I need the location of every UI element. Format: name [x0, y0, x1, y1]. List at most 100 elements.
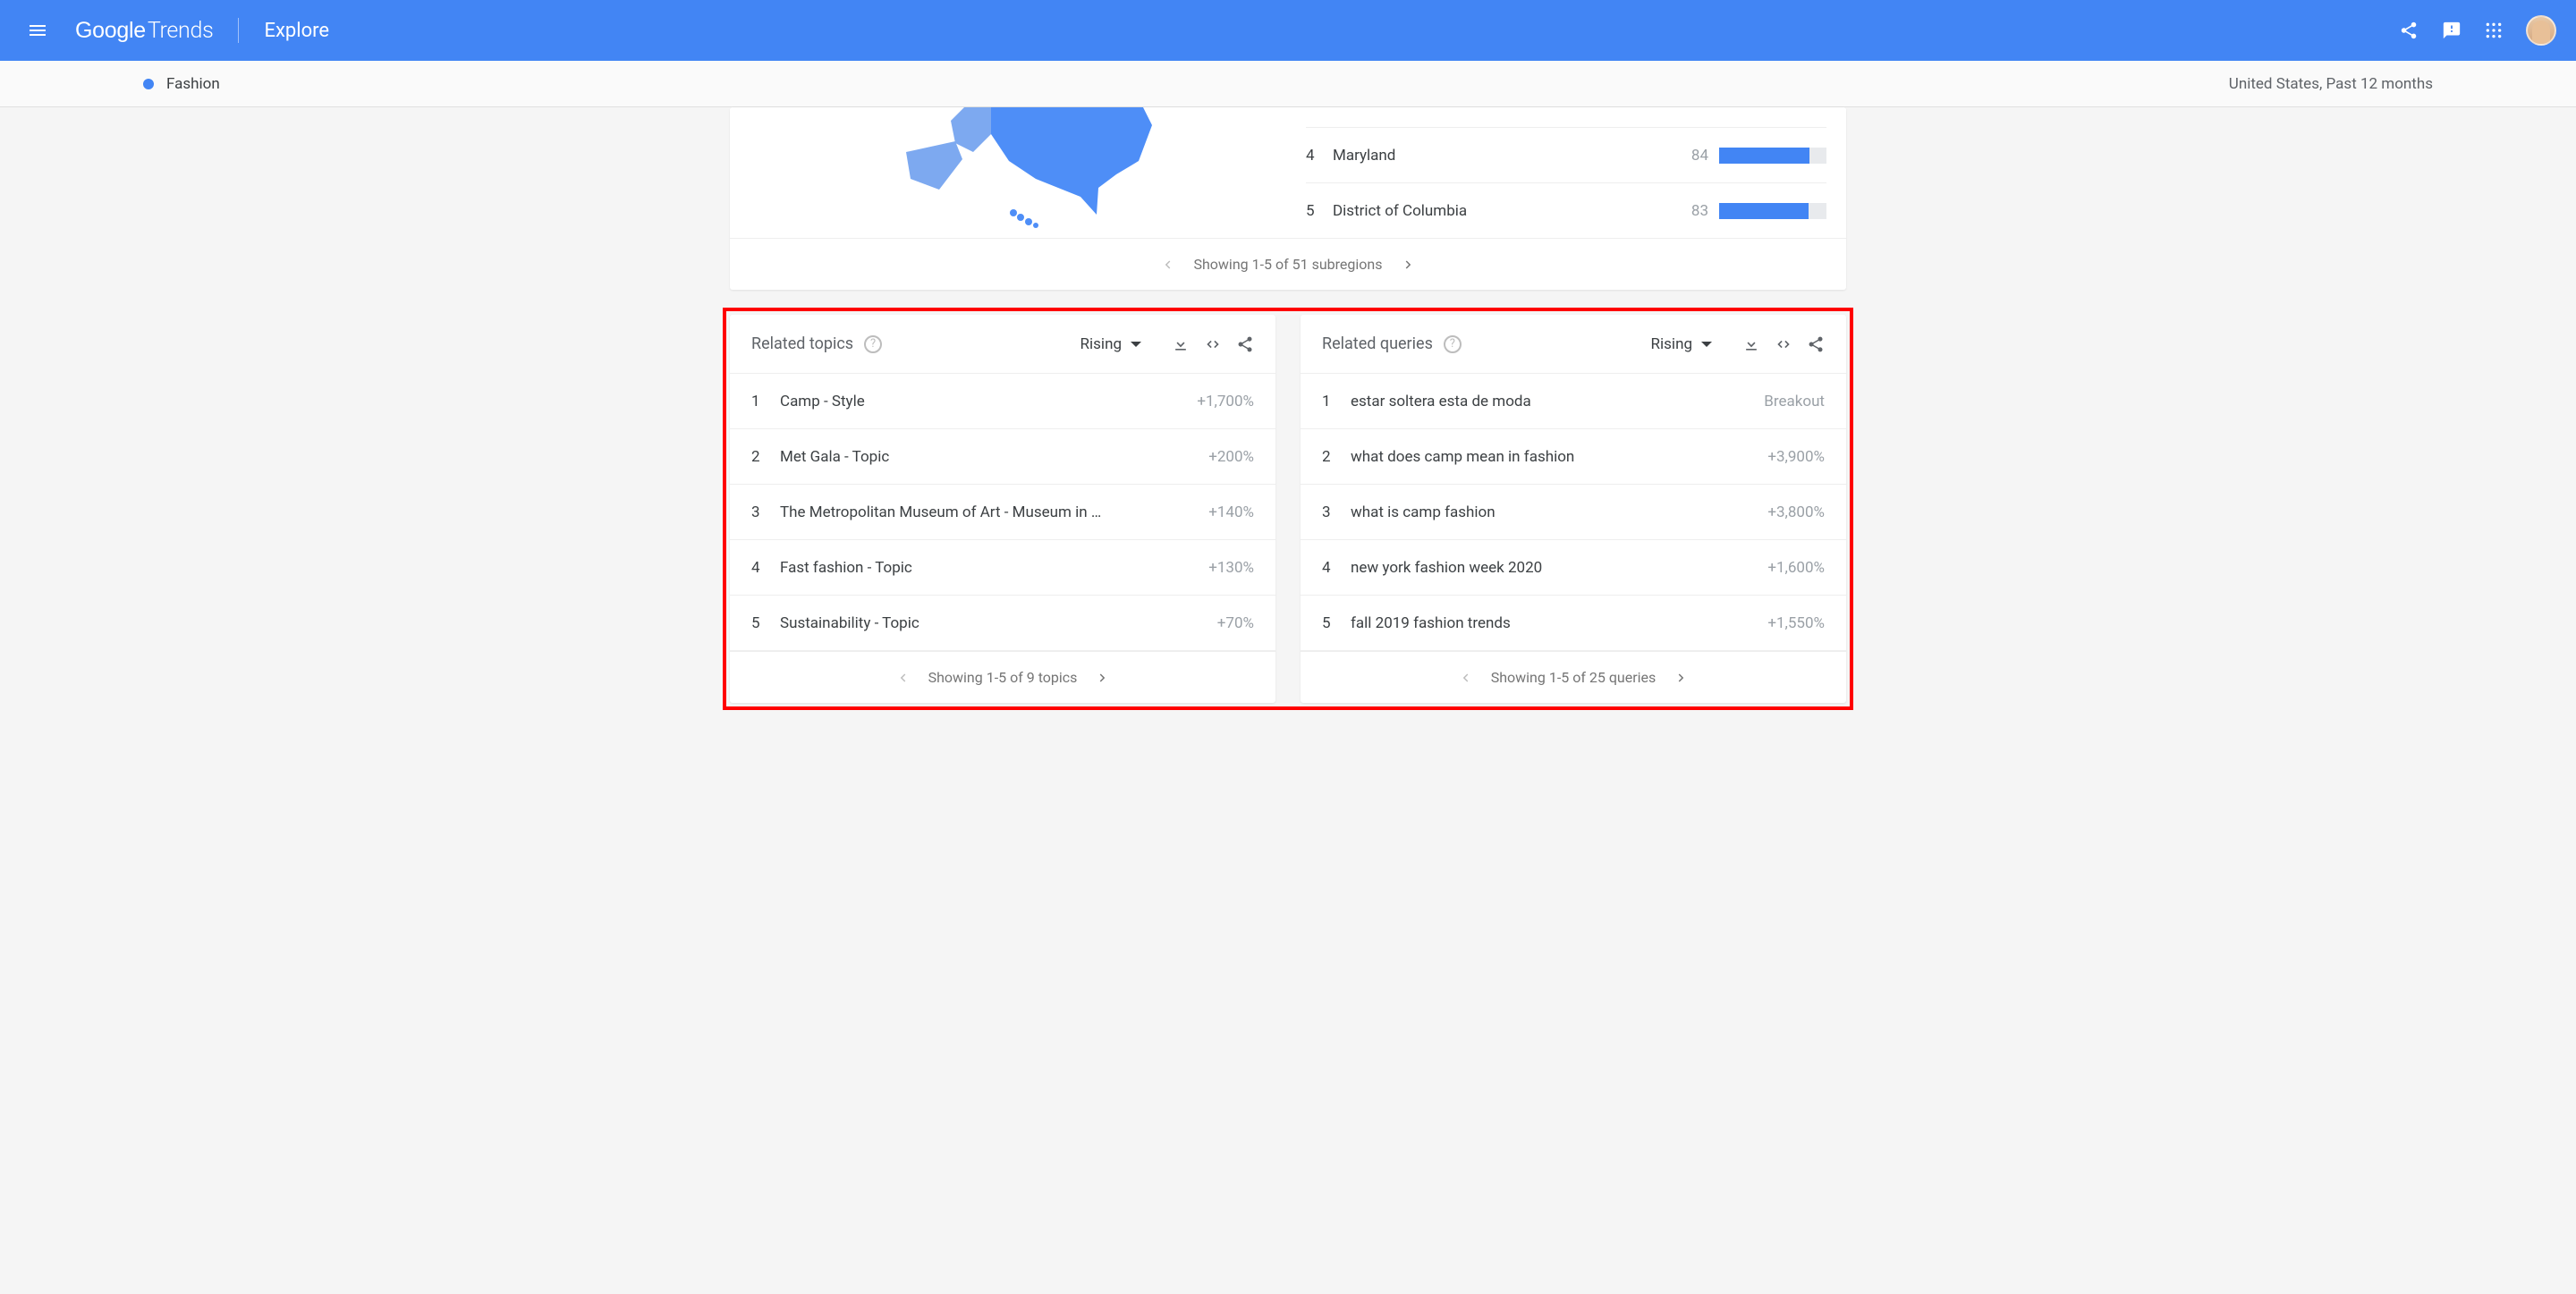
avatar[interactable] [2526, 15, 2556, 46]
sort-dropdown[interactable]: Rising [1651, 335, 1712, 353]
menu-button[interactable] [20, 13, 55, 48]
pagination-text: Showing 1-5 of 25 queries [1491, 669, 1657, 686]
list-rank: 5 [1322, 614, 1351, 632]
list-rank: 4 [751, 559, 780, 577]
list-value: +1,550% [1767, 614, 1825, 632]
chevron-down-icon [1701, 342, 1712, 347]
download-icon [1742, 335, 1760, 353]
card-header: Related topics ? Rising [730, 315, 1275, 374]
avatar-image [2532, 21, 2550, 44]
sort-dropdown[interactable]: Rising [1080, 335, 1141, 353]
card-title: Related topics [751, 334, 853, 353]
feedback-button[interactable] [2442, 21, 2462, 40]
app-header: Google Trends Explore [0, 0, 2576, 61]
list-label: what does camp mean in fashion [1351, 448, 1767, 466]
page-title[interactable]: Explore [264, 20, 329, 42]
map-container [730, 107, 1306, 238]
list-label: Camp - Style [780, 393, 1197, 410]
share-icon [1236, 335, 1254, 353]
us-map-icon[interactable] [857, 107, 1179, 233]
card-title: Related queries [1322, 334, 1433, 353]
queries-pagination: Showing 1-5 of 25 queries [1301, 651, 1846, 703]
list-label: estar soltera esta de moda [1351, 393, 1764, 410]
sort-label: Rising [1651, 335, 1692, 353]
list-row[interactable]: 2 Met Gala - Topic +200% [730, 429, 1275, 485]
list-value: Breakout [1764, 393, 1825, 410]
region-row[interactable]: 4 Maryland 84 [1306, 127, 1826, 182]
pagination-text: Showing 1-5 of 9 topics [928, 669, 1078, 686]
main-content: 4 Maryland 84 5 District of Columbia 83 [730, 107, 1846, 703]
chevron-left-icon [894, 670, 911, 686]
share-button[interactable] [1236, 335, 1254, 353]
card-header: Related queries ? Rising [1301, 315, 1846, 374]
list-rank: 4 [1322, 559, 1351, 577]
filter-bar: Fashion United States, Past 12 months [0, 61, 2576, 107]
term-color-dot [143, 79, 154, 89]
region-list: 4 Maryland 84 5 District of Columbia 83 [1306, 107, 1846, 238]
list-row[interactable]: 4 Fast fashion - Topic +130% [730, 540, 1275, 596]
embed-icon [1775, 335, 1792, 353]
share-icon [2399, 21, 2419, 40]
logo[interactable]: Google Trends [75, 18, 213, 44]
next-button[interactable] [1661, 664, 1702, 691]
list-row[interactable]: 2 what does camp mean in fashion +3,900% [1301, 429, 1846, 485]
apps-icon [2485, 21, 2503, 39]
share-icon [1807, 335, 1825, 353]
help-icon[interactable]: ? [864, 335, 882, 353]
list-row[interactable]: 4 new york fashion week 2020 +1,600% [1301, 540, 1846, 596]
list-row[interactable]: 3 The Metropolitan Museum of Art - Museu… [730, 485, 1275, 540]
prev-button[interactable] [882, 664, 923, 691]
list-rank: 2 [751, 448, 780, 466]
region-bar [1719, 148, 1826, 164]
list-rank: 3 [751, 503, 780, 521]
hamburger-icon [27, 20, 48, 41]
prev-button[interactable] [1147, 251, 1188, 278]
region-rank: 4 [1306, 147, 1333, 165]
related-queries-card: Related queries ? Rising 1 [1301, 315, 1846, 703]
chevron-left-icon [1457, 670, 1473, 686]
next-button[interactable] [1082, 664, 1123, 691]
share-button[interactable] [2399, 21, 2419, 40]
next-button[interactable] [1388, 251, 1429, 278]
download-button[interactable] [1742, 335, 1760, 353]
related-row: Related topics ? Rising 1 C [730, 315, 1846, 703]
region-name: District of Columbia [1333, 202, 1691, 220]
list-row[interactable]: 5 Sustainability - Topic +70% [730, 596, 1275, 651]
list-value: +3,800% [1767, 503, 1825, 521]
help-icon[interactable]: ? [1444, 335, 1462, 353]
region-card: 4 Maryland 84 5 District of Columbia 83 [730, 107, 1846, 290]
feedback-icon [2442, 21, 2462, 40]
pagination-text: Showing 1-5 of 51 subregions [1193, 256, 1382, 273]
embed-button[interactable] [1204, 335, 1222, 353]
list-label: new york fashion week 2020 [1351, 559, 1767, 577]
embed-button[interactable] [1775, 335, 1792, 353]
filter-summary[interactable]: United States, Past 12 months [2229, 75, 2433, 93]
list-row[interactable]: 3 what is camp fashion +3,800% [1301, 485, 1846, 540]
list-label: fall 2019 fashion trends [1351, 614, 1767, 632]
region-row[interactable]: 5 District of Columbia 83 [1306, 182, 1826, 238]
chevron-down-icon [1131, 342, 1141, 347]
list-row[interactable]: 5 fall 2019 fashion trends +1,550% [1301, 596, 1846, 651]
region-rank: 5 [1306, 202, 1333, 220]
prev-button[interactable] [1445, 664, 1486, 691]
list-value: +130% [1208, 559, 1254, 577]
list-row[interactable]: 1 estar soltera esta de moda Breakout [1301, 374, 1846, 429]
apps-button[interactable] [2485, 21, 2503, 39]
list-value: +3,900% [1767, 448, 1825, 466]
list-rank: 2 [1322, 448, 1351, 466]
list-label: Sustainability - Topic [780, 614, 1217, 632]
list-rank: 5 [751, 614, 780, 632]
topics-pagination: Showing 1-5 of 9 topics [730, 651, 1275, 703]
share-button[interactable] [1807, 335, 1825, 353]
list-row[interactable]: 1 Camp - Style +1,700% [730, 374, 1275, 429]
list-rank: 3 [1322, 503, 1351, 521]
divider [238, 18, 239, 43]
list-value: +140% [1208, 503, 1254, 521]
search-term[interactable]: Fashion [166, 75, 220, 93]
list-value: +70% [1217, 614, 1254, 632]
download-button[interactable] [1172, 335, 1190, 353]
list-value: +200% [1208, 448, 1254, 466]
list-rank: 1 [751, 393, 780, 410]
logo-trends: Trends [148, 18, 214, 44]
list-label: Fast fashion - Topic [780, 559, 1208, 577]
